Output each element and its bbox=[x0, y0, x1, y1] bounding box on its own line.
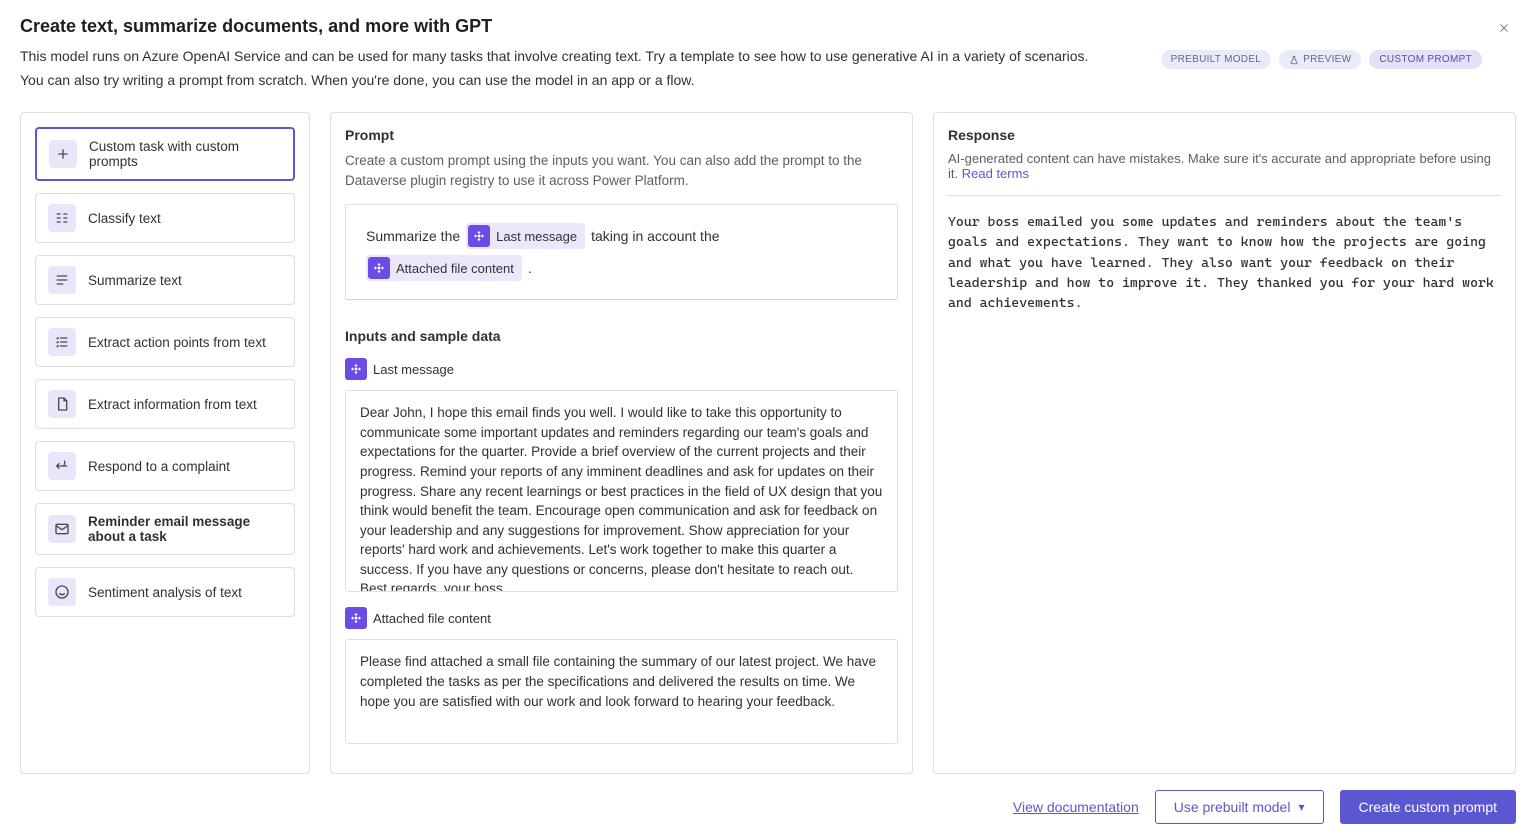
chevron-down-icon: ▾ bbox=[1298, 800, 1304, 814]
input-label-text: Attached file content bbox=[373, 611, 491, 626]
variable-chip-attached-file[interactable]: Attached file content bbox=[366, 255, 522, 281]
sidebar-item-sentiment[interactable]: Sentiment analysis of text bbox=[35, 567, 295, 617]
pill-preview-label: PREVIEW bbox=[1303, 54, 1351, 65]
prompt-heading: Prompt bbox=[345, 127, 898, 143]
prompt-text-segment: . bbox=[528, 260, 532, 276]
smile-icon bbox=[48, 578, 76, 606]
sidebar-item-label: Extract information from text bbox=[88, 397, 257, 412]
variable-icon bbox=[345, 358, 367, 380]
list-icon bbox=[48, 266, 76, 294]
sidebar-item-label: Classify text bbox=[88, 211, 161, 226]
sidebar-item-respond-complaint[interactable]: Respond to a complaint bbox=[35, 441, 295, 491]
sidebar-item-label: Summarize text bbox=[88, 273, 182, 288]
variable-icon bbox=[345, 607, 367, 629]
response-hint: AI-generated content can have mistakes. … bbox=[948, 151, 1501, 196]
checklist-icon bbox=[48, 328, 76, 356]
use-prebuilt-model-button[interactable]: Use prebuilt model ▾ bbox=[1155, 790, 1324, 824]
sidebar-item-extract-info[interactable]: Extract information from text bbox=[35, 379, 295, 429]
prompt-panel: Prompt Create a custom prompt using the … bbox=[330, 112, 913, 773]
prompt-text-segment: taking in account the bbox=[591, 228, 719, 244]
variable-chip-label: Attached file content bbox=[396, 261, 514, 276]
button-label: Use prebuilt model bbox=[1174, 799, 1291, 815]
sidebar-item-label: Sentiment analysis of text bbox=[88, 585, 242, 600]
pill-prebuilt-model: PREBUILT MODEL bbox=[1161, 50, 1272, 69]
reply-icon bbox=[48, 452, 76, 480]
pill-custom-prompt: CUSTOM PROMPT bbox=[1369, 50, 1482, 69]
sidebar-item-extract-actions[interactable]: Extract action points from text bbox=[35, 317, 295, 367]
dialog-footer: View documentation Use prebuilt model ▾ … bbox=[20, 790, 1516, 824]
inputs-heading: Inputs and sample data bbox=[345, 328, 898, 344]
response-heading: Response bbox=[948, 127, 1501, 143]
variable-icon bbox=[368, 257, 390, 279]
close-icon bbox=[1497, 21, 1511, 35]
plus-icon bbox=[49, 140, 77, 168]
tag-pills: PREBUILT MODEL PREVIEW CUSTOM PROMPT bbox=[1161, 50, 1482, 69]
pill-preview: PREVIEW bbox=[1279, 50, 1361, 69]
document-icon bbox=[48, 390, 76, 418]
sidebar-item-classify[interactable]: Classify text bbox=[35, 193, 295, 243]
prompt-editor[interactable]: Summarize the Last message taking in acc… bbox=[345, 204, 898, 300]
input-label-last-message: Last message bbox=[345, 358, 454, 380]
sidebar-item-label: Reminder email message about a task bbox=[88, 514, 282, 544]
response-panel: Response AI-generated content can have m… bbox=[933, 112, 1516, 773]
input-textarea-last-message[interactable] bbox=[345, 390, 898, 592]
input-group-attached-file: Attached file content bbox=[345, 607, 898, 746]
dialog-header: Create text, summarize documents, and mo… bbox=[20, 16, 1516, 94]
input-textarea-attached-file[interactable] bbox=[345, 639, 898, 743]
variable-chip-last-message[interactable]: Last message bbox=[466, 223, 585, 249]
input-label-text: Last message bbox=[373, 362, 454, 377]
page-title: Create text, summarize documents, and mo… bbox=[20, 16, 1161, 37]
sidebar-item-custom-task[interactable]: Custom task with custom prompts bbox=[35, 127, 295, 181]
close-button[interactable] bbox=[1492, 16, 1516, 40]
page-subtitle-2: You can also try writing a prompt from s… bbox=[20, 71, 1161, 91]
input-label-attached-file: Attached file content bbox=[345, 607, 491, 629]
columns-icon bbox=[48, 204, 76, 232]
page-subtitle-1: This model runs on Azure OpenAI Service … bbox=[20, 47, 1161, 67]
response-hint-text: AI-generated content can have mistakes. … bbox=[948, 151, 1491, 181]
sidebar-item-label: Respond to a complaint bbox=[88, 459, 230, 474]
flask-icon bbox=[1289, 55, 1299, 65]
sidebar-item-label: Extract action points from text bbox=[88, 335, 266, 350]
view-documentation-link[interactable]: View documentation bbox=[1013, 799, 1139, 815]
prompt-text-segment: Summarize the bbox=[366, 228, 460, 244]
task-list-panel: Custom task with custom prompts Classify… bbox=[20, 112, 310, 773]
mail-check-icon bbox=[48, 515, 76, 543]
input-group-last-message: Last message bbox=[345, 358, 898, 595]
sidebar-item-label: Custom task with custom prompts bbox=[89, 139, 281, 169]
variable-chip-label: Last message bbox=[496, 229, 577, 244]
sidebar-item-reminder-email[interactable]: Reminder email message about a task bbox=[35, 503, 295, 555]
create-custom-prompt-button[interactable]: Create custom prompt bbox=[1340, 790, 1517, 824]
prompt-description: Create a custom prompt using the inputs … bbox=[345, 151, 898, 190]
sidebar-item-summarize[interactable]: Summarize text bbox=[35, 255, 295, 305]
variable-icon bbox=[468, 225, 490, 247]
response-body: Your boss emailed you some updates and r… bbox=[948, 212, 1501, 313]
read-terms-link[interactable]: Read terms bbox=[962, 166, 1029, 181]
